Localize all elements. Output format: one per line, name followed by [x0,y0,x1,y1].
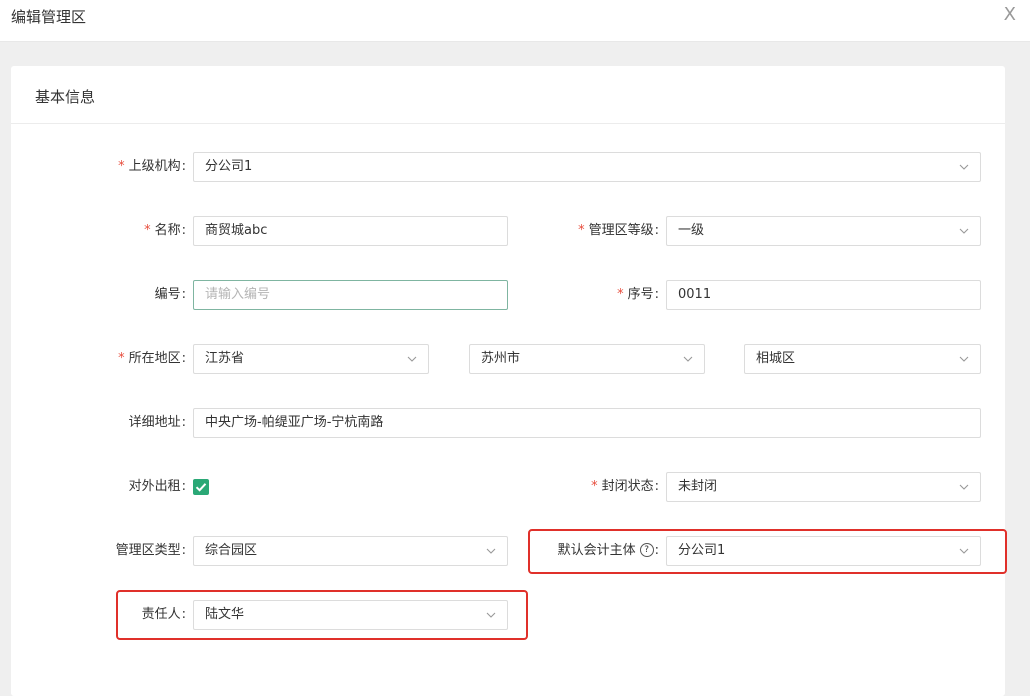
name-label: * 名称: [144,223,186,238]
dialog-titlebar: 编辑管理区 X [0,0,1030,42]
code-label: 编号: [154,287,186,302]
province-select[interactable]: 江苏省 [193,344,429,374]
chevron-down-icon [486,546,496,556]
address-label: 详细地址: [128,415,186,430]
chevron-down-icon [959,226,969,236]
name-input[interactable]: 商贸城abc [193,216,508,246]
closed-state-select[interactable]: 未封闭 [666,472,981,502]
city-select[interactable]: 苏州市 [469,344,705,374]
seq-label: * 序号: [617,287,659,302]
section-title: 基本信息 [35,88,96,106]
section-header: 基本信息 [11,66,1005,124]
parent-org-label: * 上级机构: [118,159,186,174]
zone-type-select[interactable]: 综合园区 [193,536,508,566]
seq-input[interactable]: 0011 [666,280,981,310]
chevron-down-icon [407,354,417,364]
closed-state-label: * 封闭状态: [591,479,659,494]
close-icon[interactable]: X [1004,4,1016,25]
chevron-down-icon [959,482,969,492]
chevron-down-icon [959,354,969,364]
check-icon [195,483,207,492]
address-input[interactable]: 中央广场-帕缇亚广场-宁杭南路 [193,408,981,438]
region-label: * 所在地区: [118,351,186,366]
highlight-box-owner [116,590,528,640]
district-select[interactable]: 相城区 [744,344,981,374]
level-select[interactable]: 一级 [666,216,981,246]
dialog-title: 编辑管理区 [11,8,87,26]
code-input[interactable]: 请输入编号 [193,280,508,310]
highlight-box-default-entity [528,529,1007,574]
parent-org-select[interactable]: 分公司1 [193,152,981,182]
rent-out-label: 对外出租: [128,479,186,494]
chevron-down-icon [683,354,693,364]
rent-out-checkbox[interactable] [193,479,209,495]
level-label: * 管理区等级: [578,223,659,238]
chevron-down-icon [959,162,969,172]
zone-type-label: 管理区类型: [115,543,186,558]
